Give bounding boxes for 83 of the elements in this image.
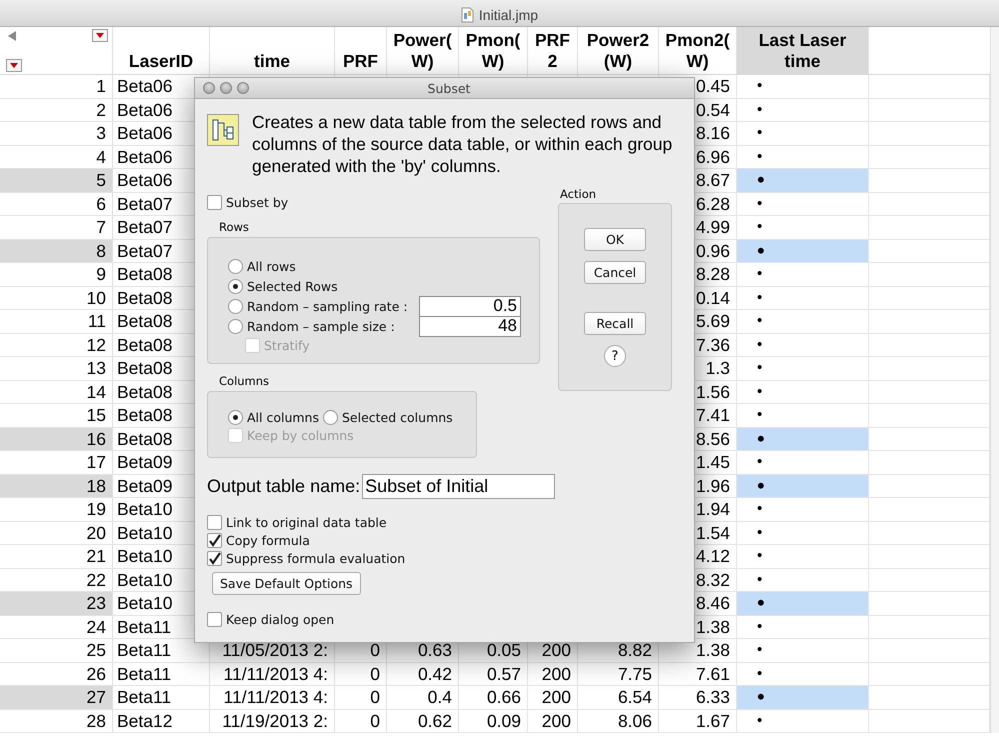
checkbox-label: Keep by columns	[247, 428, 354, 443]
window-title: Initial.jmp	[478, 7, 538, 23]
row-number[interactable]: 8	[0, 240, 113, 262]
output-name-field[interactable]: Subset of Initial	[362, 474, 556, 499]
group-title: Columns	[219, 374, 270, 388]
table-cell: 0	[335, 686, 387, 708]
document-icon	[460, 7, 474, 23]
checkbox-label: Keep dialog open	[226, 612, 334, 627]
help-button[interactable]: ?	[604, 345, 626, 367]
table-cell: 11/11/2013 4:	[210, 662, 335, 685]
table-cell: 0.57	[459, 662, 528, 685]
table-cell: •	[737, 592, 869, 614]
table-cell: 0.62	[387, 710, 459, 732]
dropdown-icon[interactable]	[6, 59, 22, 72]
output-name-label: Output table name:	[207, 476, 360, 497]
row-number[interactable]: 23	[0, 592, 113, 614]
radio-label: Random – sampling rate :	[247, 298, 408, 314]
radio-button[interactable]	[228, 318, 243, 334]
table-cell: •	[737, 240, 869, 262]
table-cell: •	[737, 428, 869, 450]
column-header[interactable]: Last Laser time	[737, 27, 869, 74]
radio-label: Selected Rows	[247, 278, 338, 294]
radio-button[interactable]	[228, 410, 243, 425]
row-number[interactable]: 27	[0, 686, 113, 708]
table-cell: 0.42	[387, 662, 459, 685]
radio-label: All rows	[247, 258, 296, 274]
table-cell: 0.66	[459, 686, 528, 708]
table-cell: •	[737, 169, 869, 192]
table-cell: 0	[335, 662, 387, 685]
table-cell: 6.54	[578, 686, 659, 708]
save-defaults-button[interactable]: Save Default Options	[212, 572, 361, 595]
radio-button[interactable]	[228, 298, 243, 314]
checkbox[interactable]	[207, 551, 222, 566]
dropdown-icon[interactable]	[92, 29, 108, 42]
dialog-title: Subset	[426, 80, 472, 96]
table-cell: 200	[528, 662, 578, 685]
table-cell: Beta11	[113, 662, 210, 685]
input-field[interactable]: 48	[419, 316, 521, 336]
checkmark-icon	[208, 552, 221, 565]
checkbox-label: Link to original data table	[226, 515, 387, 530]
table-cell: 11/11/2013 4:	[210, 686, 335, 708]
checkmark-icon	[208, 534, 221, 547]
radio-label: All columns	[247, 410, 319, 425]
table-cell: 0.09	[459, 710, 528, 732]
zoom-button[interactable]	[237, 82, 249, 94]
dialog-button[interactable]: Recall	[584, 312, 646, 335]
table-cell: 200	[528, 686, 578, 708]
table-cell: Beta12	[113, 710, 210, 732]
table-cell: 200	[528, 710, 578, 732]
table-cell: •	[737, 686, 869, 708]
minimize-button[interactable]	[220, 82, 232, 94]
checkbox-label: Stratify	[264, 338, 310, 353]
input-field[interactable]: 0.5	[419, 296, 521, 316]
group-title: Action	[560, 187, 596, 201]
table-cell: •	[737, 474, 869, 497]
radio-label: Selected columns	[342, 410, 453, 425]
scrollbar[interactable]	[990, 27, 999, 733]
checkbox[interactable]	[207, 195, 222, 210]
table-cell: 8.06	[578, 710, 659, 732]
table-cell: 0	[335, 710, 387, 732]
hierarchy-icon	[207, 114, 239, 146]
close-button[interactable]	[203, 82, 215, 94]
row-number[interactable]: 16	[0, 428, 113, 450]
table-cell: 11/19/2013 2:	[210, 710, 335, 732]
radio-label: Random – sample size :	[247, 318, 395, 334]
table-cell: 0.4	[387, 686, 459, 708]
row-number[interactable]: 5	[0, 169, 113, 192]
row-number[interactable]: 18	[0, 474, 113, 497]
triangle-icon	[8, 31, 16, 41]
group-title: Rows	[219, 220, 249, 234]
table-cell: 7.75	[578, 662, 659, 685]
radio-button[interactable]	[323, 410, 338, 425]
checkbox[interactable]	[207, 533, 222, 548]
dialog-button[interactable]: Cancel	[584, 261, 646, 284]
checkbox-label: Copy formula	[226, 533, 310, 548]
table-cell: Beta11	[113, 686, 210, 708]
checkbox-label: Suppress formula evaluation	[226, 551, 406, 566]
checkbox[interactable]	[207, 612, 222, 627]
checkbox[interactable]	[207, 515, 222, 530]
radio-button[interactable]	[228, 258, 243, 274]
checkbox-label: Subset by	[226, 195, 288, 210]
radio-button[interactable]	[228, 278, 243, 294]
dialog-button[interactable]: OK	[584, 228, 646, 251]
